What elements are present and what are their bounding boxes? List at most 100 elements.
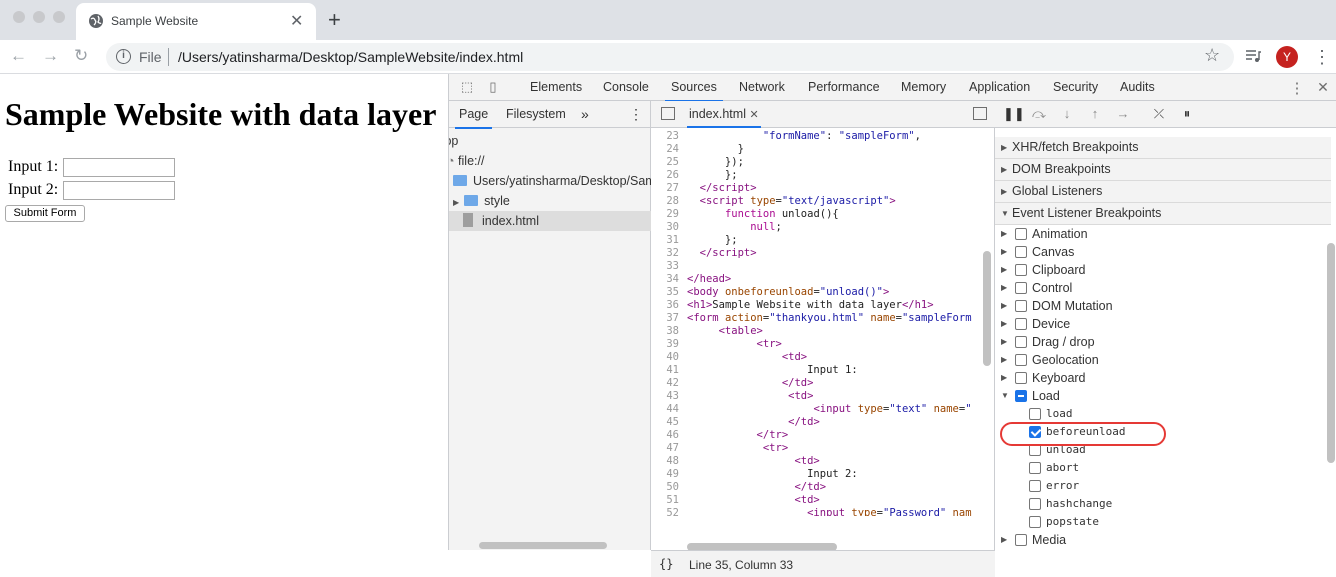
collapsed-arrow-icon[interactable]: ▶ <box>1001 225 1007 243</box>
line-number[interactable]: 23 <box>651 130 679 143</box>
new-tab-icon[interactable]: + <box>328 7 341 33</box>
editor-tab-index-html[interactable]: index.html ✕ <box>687 101 761 128</box>
tab-performance[interactable]: Performance <box>808 74 880 101</box>
event-checkbox[interactable] <box>1029 516 1041 528</box>
maximize-window-light[interactable] <box>53 11 65 23</box>
tree-item-top[interactable]: top <box>449 131 651 151</box>
collapsed-arrow-icon[interactable]: ▶ <box>1001 351 1007 369</box>
tab-console[interactable]: Console <box>603 74 649 101</box>
section-xhr-breakpoints[interactable]: ▶ XHR/fetch Breakpoints <box>995 137 1331 159</box>
tab-security[interactable]: Security <box>1053 74 1098 101</box>
section-global-listeners[interactable]: ▶ Global Listeners <box>995 181 1331 203</box>
reload-icon[interactable]: ↻ <box>74 46 88 66</box>
input1-field[interactable] <box>63 158 175 177</box>
event-checkbox[interactable] <box>1029 408 1041 420</box>
line-number[interactable]: 40 <box>651 351 679 364</box>
close-tab-icon[interactable]: ✕ <box>290 11 303 31</box>
tab-memory[interactable]: Memory <box>901 74 946 101</box>
category-checkbox[interactable] <box>1015 354 1027 366</box>
tab-filesystem[interactable]: Filesystem <box>506 101 566 128</box>
tab-sources[interactable]: Sources <box>665 74 723 102</box>
media-playlist-icon[interactable] <box>1244 47 1262 65</box>
collapsed-arrow-icon[interactable]: ▶ <box>1001 279 1007 297</box>
category-checkbox[interactable] <box>1015 318 1027 330</box>
line-number[interactable]: 30 <box>651 221 679 234</box>
deactivate-breakpoints-icon[interactable]: ⤫ <box>1151 106 1167 122</box>
line-number[interactable]: 44 <box>651 403 679 416</box>
collapsed-arrow-icon[interactable]: ▶ <box>1001 243 1007 261</box>
event-category-drag-drop[interactable]: ▶ Drag / drop <box>995 333 1331 351</box>
line-number[interactable]: 50 <box>651 481 679 494</box>
tab-elements[interactable]: Elements <box>530 74 582 101</box>
pretty-print-icon[interactable]: {} <box>659 557 673 571</box>
section-dom-breakpoints[interactable]: ▶ DOM Breakpoints <box>995 159 1331 181</box>
category-checkbox[interactable] <box>1015 300 1027 312</box>
event-popstate[interactable]: popstate <box>995 513 1331 531</box>
bookmark-star-icon[interactable]: ☆ <box>1204 45 1220 66</box>
collapsed-arrow-icon[interactable]: ▶ <box>1001 297 1007 315</box>
line-number[interactable]: 41 <box>651 364 679 377</box>
line-number[interactable]: 35 <box>651 286 679 299</box>
event-category-device[interactable]: ▶ Device <box>995 315 1331 333</box>
info-icon[interactable]: i <box>116 49 131 64</box>
collapsed-arrow-icon[interactable]: ▶ <box>1001 261 1007 279</box>
expand-arrow-icon[interactable]: ▶ <box>453 198 459 207</box>
pause-icon[interactable]: ❚❚ <box>1003 106 1025 122</box>
section-event-listener-breakpoints[interactable]: ▼ Event Listener Breakpoints <box>995 203 1331 225</box>
line-number[interactable]: 51 <box>651 494 679 507</box>
minimize-window-light[interactable] <box>33 11 45 23</box>
forward-arrow-icon[interactable]: → <box>42 46 59 66</box>
category-checkbox[interactable] <box>1015 336 1027 348</box>
line-number[interactable]: 46 <box>651 429 679 442</box>
line-number[interactable]: 32 <box>651 247 679 260</box>
category-checkbox[interactable] <box>1015 534 1027 546</box>
toggle-navigator-icon[interactable] <box>661 107 675 120</box>
event-checkbox[interactable] <box>1029 480 1041 492</box>
address-bar[interactable]: i File /Users/yatinsharma/Desktop/Sample… <box>106 43 1234 71</box>
line-number[interactable]: 27 <box>651 182 679 195</box>
navigator-menu-icon[interactable]: ⋮ <box>629 101 643 128</box>
inspect-element-icon[interactable]: ⬚ <box>459 79 475 95</box>
category-checkbox[interactable] <box>1015 390 1027 402</box>
line-number[interactable]: 37 <box>651 312 679 325</box>
debugger-scrollbar[interactable] <box>1327 243 1335 463</box>
event-category-control[interactable]: ▶ Control <box>995 279 1331 297</box>
event-category-animation[interactable]: ▶ Animation <box>995 225 1331 243</box>
step-out-icon[interactable]: ↑ <box>1087 106 1103 122</box>
tree-item-folder-path[interactable]: Users/yatinsharma/Desktop/Samp <box>449 171 651 191</box>
event-category-load[interactable]: ▼ Load <box>995 387 1331 405</box>
more-tabs-icon[interactable]: » <box>581 101 589 128</box>
event-checkbox[interactable] <box>1029 462 1041 474</box>
line-number[interactable]: 28 <box>651 195 679 208</box>
tab-page[interactable]: Page <box>454 101 493 129</box>
event-hashchange[interactable]: hashchange <box>995 495 1331 513</box>
line-number[interactable]: 45 <box>651 416 679 429</box>
expanded-arrow-icon[interactable]: ▼ <box>1001 387 1009 405</box>
avatar[interactable]: Y <box>1276 46 1298 68</box>
line-number[interactable]: 33 <box>651 260 679 273</box>
category-checkbox[interactable] <box>1015 264 1027 276</box>
event-checkbox[interactable] <box>1029 498 1041 510</box>
line-number[interactable]: 24 <box>651 143 679 156</box>
code-view[interactable]: 23 "formName": "sampleForm", 24 } 25 }); 26… <box>651 128 981 516</box>
step-over-icon[interactable]: ⤼ <box>1031 106 1047 122</box>
navigator-scrollbar[interactable] <box>479 542 607 549</box>
close-devtools-icon[interactable]: ✕ <box>1315 79 1331 95</box>
browser-menu-icon[interactable]: ⋮ <box>1313 44 1331 70</box>
event-category-canvas[interactable]: ▶ Canvas <box>995 243 1331 261</box>
tab-application[interactable]: Application <box>969 74 1030 101</box>
line-number[interactable]: 38 <box>651 325 679 338</box>
step-into-icon[interactable]: ↓ <box>1059 106 1075 122</box>
line-number[interactable]: 29 <box>651 208 679 221</box>
line-number[interactable]: 48 <box>651 455 679 468</box>
event-category-media[interactable]: ▶ Media <box>995 531 1331 549</box>
line-number[interactable]: 26 <box>651 169 679 182</box>
event-category-clipboard[interactable]: ▶ Clipboard <box>995 261 1331 279</box>
category-checkbox[interactable] <box>1015 228 1027 240</box>
close-window-light[interactable] <box>13 11 25 23</box>
tab-audits[interactable]: Audits <box>1120 74 1155 101</box>
back-arrow-icon[interactable]: ← <box>10 46 27 66</box>
tree-item-index-html[interactable]: index.html <box>449 211 651 231</box>
line-number[interactable]: 36 <box>651 299 679 312</box>
tree-item-file-origin[interactable]: ◔ file:// <box>449 151 651 171</box>
